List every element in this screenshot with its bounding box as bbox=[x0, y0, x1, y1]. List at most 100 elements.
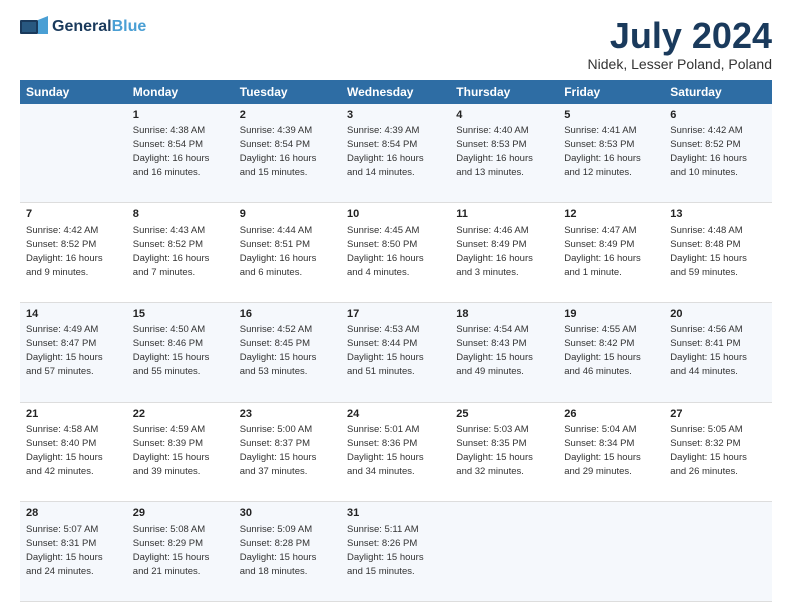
day-number: 22 bbox=[133, 407, 228, 422]
day-info: Sunrise: 4:47 AM Sunset: 8:49 PM Dayligh… bbox=[564, 225, 641, 278]
header-row: SundayMondayTuesdayWednesdayThursdayFrid… bbox=[20, 80, 772, 104]
day-info: Sunrise: 4:39 AM Sunset: 8:54 PM Dayligh… bbox=[240, 125, 317, 178]
page: GeneralBlue July 2024 Nidek, Lesser Pola… bbox=[0, 0, 792, 612]
day-cell: 26Sunrise: 5:04 AM Sunset: 8:34 PM Dayli… bbox=[558, 402, 664, 502]
title-block: July 2024 Nidek, Lesser Poland, Poland bbox=[588, 16, 772, 72]
day-cell: 30 Sunrise: 5:09 AM Sunset: 8:28 PM Dayli… bbox=[234, 502, 341, 602]
day-cell bbox=[450, 502, 558, 602]
day-number: 4 bbox=[456, 108, 552, 123]
day-cell: 24 Sunrise: 5:01 AM Sunset: 8:36 PM Dayli… bbox=[341, 402, 450, 502]
day-number: 27 bbox=[670, 407, 766, 422]
week-row-2: 7 Sunrise: 4:42 AM Sunset: 8:52 PM Daylig… bbox=[20, 203, 772, 303]
day-cell: 31 Sunrise: 5:11 AM Sunset: 8:26 PM Dayli… bbox=[341, 502, 450, 602]
day-cell: 18Sunrise: 4:54 AM Sunset: 8:43 PM Dayli… bbox=[450, 302, 558, 402]
day-cell bbox=[20, 104, 127, 203]
day-number: 1 bbox=[133, 108, 228, 123]
day-info: Sunrise: 5:05 AM Sunset: 8:32 PM Dayligh… bbox=[670, 424, 747, 477]
day-number: 7 bbox=[26, 207, 121, 222]
day-cell: 7 Sunrise: 4:42 AM Sunset: 8:52 PM Daylig… bbox=[20, 203, 127, 303]
day-info: Sunrise: 5:00 AM Sunset: 8:37 PM Dayligh… bbox=[240, 424, 317, 477]
day-cell: 12 Sunrise: 4:47 AM Sunset: 8:49 PM Dayli… bbox=[558, 203, 664, 303]
day-cell: 21Sunrise: 4:58 AM Sunset: 8:40 PM Dayli… bbox=[20, 402, 127, 502]
day-info: Sunrise: 4:58 AM Sunset: 8:40 PM Dayligh… bbox=[26, 424, 103, 477]
week-row-1: 1 Sunrise: 4:38 AM Sunset: 8:54 PM Daylig… bbox=[20, 104, 772, 203]
day-number: 29 bbox=[133, 506, 228, 521]
day-info: Sunrise: 5:09 AM Sunset: 8:28 PM Dayligh… bbox=[240, 524, 317, 577]
day-number: 6 bbox=[670, 108, 766, 123]
day-info: Sunrise: 4:55 AM Sunset: 8:42 PM Dayligh… bbox=[564, 324, 641, 377]
day-info: Sunrise: 5:04 AM Sunset: 8:34 PM Dayligh… bbox=[564, 424, 641, 477]
day-info: Sunrise: 5:03 AM Sunset: 8:35 PM Dayligh… bbox=[456, 424, 533, 477]
day-info: Sunrise: 4:50 AM Sunset: 8:46 PM Dayligh… bbox=[133, 324, 210, 377]
day-cell: 8Sunrise: 4:43 AM Sunset: 8:52 PM Daylig… bbox=[127, 203, 234, 303]
day-number: 30 bbox=[240, 506, 335, 521]
day-number: 16 bbox=[240, 307, 335, 322]
day-cell: 6 Sunrise: 4:42 AM Sunset: 8:52 PM Daylig… bbox=[664, 104, 772, 203]
col-header-wednesday: Wednesday bbox=[341, 80, 450, 104]
logo-general: General bbox=[52, 18, 112, 35]
day-cell: 29 Sunrise: 5:08 AM Sunset: 8:29 PM Dayli… bbox=[127, 502, 234, 602]
day-cell: 14 Sunrise: 4:49 AM Sunset: 8:47 PM Dayli… bbox=[20, 302, 127, 402]
col-header-saturday: Saturday bbox=[664, 80, 772, 104]
day-number: 18 bbox=[456, 307, 552, 322]
logo: GeneralBlue bbox=[20, 16, 146, 38]
day-cell: 28Sunrise: 5:07 AM Sunset: 8:31 PM Dayli… bbox=[20, 502, 127, 602]
logo-blue: Blue bbox=[112, 18, 147, 35]
day-number: 3 bbox=[347, 108, 444, 123]
day-number: 23 bbox=[240, 407, 335, 422]
day-info: Sunrise: 5:07 AM Sunset: 8:31 PM Dayligh… bbox=[26, 524, 103, 577]
day-cell: 19 Sunrise: 4:55 AM Sunset: 8:42 PM Dayli… bbox=[558, 302, 664, 402]
day-info: Sunrise: 4:59 AM Sunset: 8:39 PM Dayligh… bbox=[133, 424, 210, 477]
day-info: Sunrise: 4:56 AM Sunset: 8:41 PM Dayligh… bbox=[670, 324, 747, 377]
day-info: Sunrise: 4:38 AM Sunset: 8:54 PM Dayligh… bbox=[133, 125, 210, 178]
week-row-5: 28Sunrise: 5:07 AM Sunset: 8:31 PM Dayli… bbox=[20, 502, 772, 602]
day-number: 12 bbox=[564, 207, 658, 222]
day-cell bbox=[558, 502, 664, 602]
logo-icon bbox=[20, 16, 48, 38]
header: GeneralBlue July 2024 Nidek, Lesser Pola… bbox=[20, 16, 772, 72]
day-cell bbox=[664, 502, 772, 602]
day-number: 2 bbox=[240, 108, 335, 123]
day-info: Sunrise: 5:11 AM Sunset: 8:26 PM Dayligh… bbox=[347, 524, 424, 577]
day-number: 13 bbox=[670, 207, 766, 222]
day-number: 31 bbox=[347, 506, 444, 521]
day-cell: 23 Sunrise: 5:00 AM Sunset: 8:37 PM Dayli… bbox=[234, 402, 341, 502]
col-header-sunday: Sunday bbox=[20, 80, 127, 104]
col-header-thursday: Thursday bbox=[450, 80, 558, 104]
day-info: Sunrise: 4:42 AM Sunset: 8:52 PM Dayligh… bbox=[670, 125, 747, 178]
day-number: 20 bbox=[670, 307, 766, 322]
day-info: Sunrise: 5:08 AM Sunset: 8:29 PM Dayligh… bbox=[133, 524, 210, 577]
day-info: Sunrise: 4:45 AM Sunset: 8:50 PM Dayligh… bbox=[347, 225, 424, 278]
day-number: 17 bbox=[347, 307, 444, 322]
day-cell: 11Sunrise: 4:46 AM Sunset: 8:49 PM Dayli… bbox=[450, 203, 558, 303]
day-number: 19 bbox=[564, 307, 658, 322]
day-info: Sunrise: 4:53 AM Sunset: 8:44 PM Dayligh… bbox=[347, 324, 424, 377]
day-number: 25 bbox=[456, 407, 552, 422]
day-cell: 4 Sunrise: 4:40 AM Sunset: 8:53 PM Daylig… bbox=[450, 104, 558, 203]
day-info: Sunrise: 5:01 AM Sunset: 8:36 PM Dayligh… bbox=[347, 424, 424, 477]
day-cell: 13Sunrise: 4:48 AM Sunset: 8:48 PM Dayli… bbox=[664, 203, 772, 303]
day-info: Sunrise: 4:39 AM Sunset: 8:54 PM Dayligh… bbox=[347, 125, 424, 178]
day-cell: 17 Sunrise: 4:53 AM Sunset: 8:44 PM Dayli… bbox=[341, 302, 450, 402]
day-cell: 16Sunrise: 4:52 AM Sunset: 8:45 PM Dayli… bbox=[234, 302, 341, 402]
calendar-table: SundayMondayTuesdayWednesdayThursdayFrid… bbox=[20, 80, 772, 602]
day-info: Sunrise: 4:49 AM Sunset: 8:47 PM Dayligh… bbox=[26, 324, 103, 377]
col-header-monday: Monday bbox=[127, 80, 234, 104]
day-info: Sunrise: 4:41 AM Sunset: 8:53 PM Dayligh… bbox=[564, 125, 641, 178]
day-info: Sunrise: 4:44 AM Sunset: 8:51 PM Dayligh… bbox=[240, 225, 317, 278]
day-number: 14 bbox=[26, 307, 121, 322]
day-number: 10 bbox=[347, 207, 444, 222]
day-number: 24 bbox=[347, 407, 444, 422]
week-row-3: 14 Sunrise: 4:49 AM Sunset: 8:47 PM Dayli… bbox=[20, 302, 772, 402]
col-header-tuesday: Tuesday bbox=[234, 80, 341, 104]
day-cell: 9Sunrise: 4:44 AM Sunset: 8:51 PM Daylig… bbox=[234, 203, 341, 303]
day-cell: 25 Sunrise: 5:03 AM Sunset: 8:35 PM Dayli… bbox=[450, 402, 558, 502]
day-cell: 5Sunrise: 4:41 AM Sunset: 8:53 PM Daylig… bbox=[558, 104, 664, 203]
day-info: Sunrise: 4:42 AM Sunset: 8:52 PM Dayligh… bbox=[26, 225, 103, 278]
day-info: Sunrise: 4:43 AM Sunset: 8:52 PM Dayligh… bbox=[133, 225, 210, 278]
day-info: Sunrise: 4:46 AM Sunset: 8:49 PM Dayligh… bbox=[456, 225, 533, 278]
day-cell: 22 Sunrise: 4:59 AM Sunset: 8:39 PM Dayli… bbox=[127, 402, 234, 502]
day-cell: 10 Sunrise: 4:45 AM Sunset: 8:50 PM Dayli… bbox=[341, 203, 450, 303]
day-info: Sunrise: 4:40 AM Sunset: 8:53 PM Dayligh… bbox=[456, 125, 533, 178]
day-cell: 3 Sunrise: 4:39 AM Sunset: 8:54 PM Daylig… bbox=[341, 104, 450, 203]
